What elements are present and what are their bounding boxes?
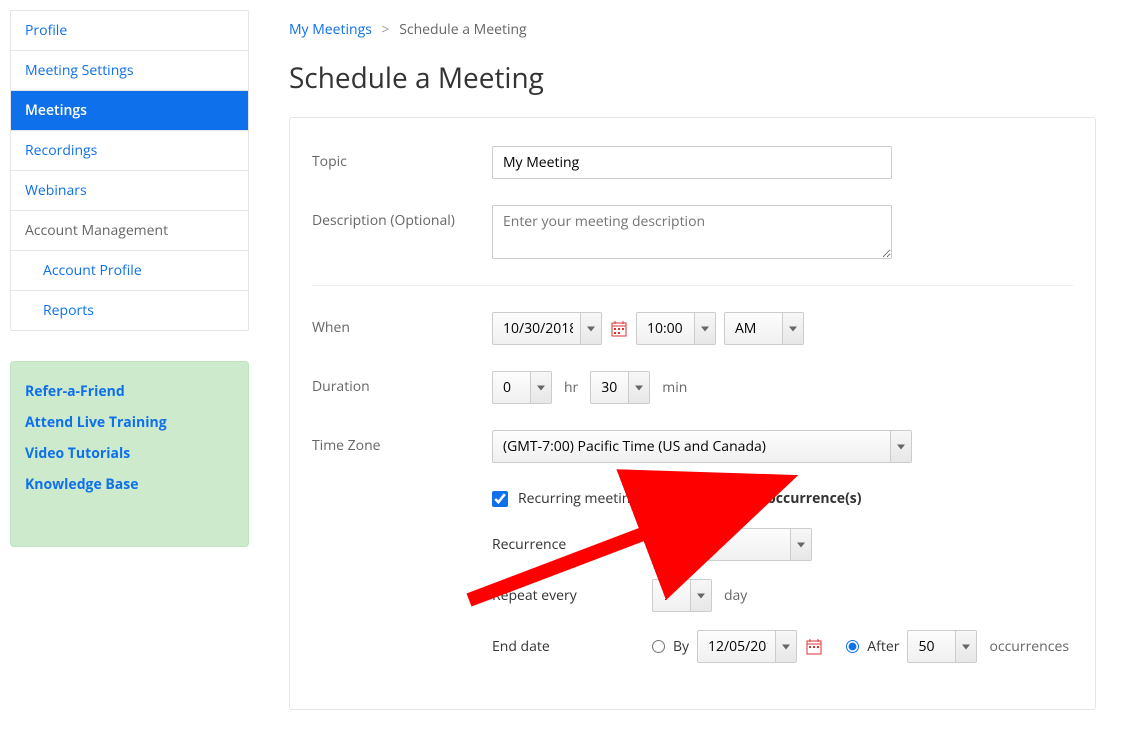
- topic-input[interactable]: [492, 146, 892, 179]
- repeat-unit: day: [724, 586, 747, 605]
- form-panel: Topic Description (Optional) When: [289, 117, 1096, 710]
- help-link-tutorials[interactable]: Video Tutorials: [25, 444, 234, 463]
- description-label: Description (Optional): [312, 205, 492, 230]
- calendar-icon[interactable]: [805, 638, 823, 656]
- duration-min-select[interactable]: 30: [590, 371, 650, 404]
- calendar-icon[interactable]: [610, 320, 628, 338]
- recurring-checkbox[interactable]: [492, 491, 508, 507]
- recurrence-select[interactable]: Daily: [652, 528, 812, 561]
- repeat-label: Repeat every: [492, 586, 652, 605]
- end-by-label: By: [673, 637, 689, 656]
- sidebar-nav: Profile Meeting Settings Meetings Record…: [10, 10, 249, 331]
- help-link-refer[interactable]: Refer-a-Friend: [25, 382, 234, 401]
- help-box: Refer-a-Friend Attend Live Training Vide…: [10, 361, 249, 547]
- duration-min-unit: min: [662, 378, 687, 397]
- help-link-training[interactable]: Attend Live Training: [25, 413, 234, 432]
- when-label: When: [312, 312, 492, 337]
- description-textarea[interactable]: [492, 205, 892, 259]
- sidebar-item-recordings[interactable]: Recordings: [11, 131, 248, 171]
- duration-hr-unit: hr: [564, 378, 578, 397]
- when-time-select[interactable]: 10:00: [636, 312, 716, 345]
- sidebar-item-meeting-settings[interactable]: Meeting Settings: [11, 51, 248, 91]
- recurring-summary: Every 7 days, 50 occurrence(s): [654, 489, 862, 508]
- breadcrumb-current: Schedule a Meeting: [399, 20, 526, 39]
- breadcrumb-sep: >: [382, 20, 390, 39]
- end-after-label: After: [867, 637, 899, 656]
- sidebar-item-account-profile[interactable]: Account Profile: [11, 251, 248, 291]
- duration-label: Duration: [312, 371, 492, 396]
- duration-hr-select[interactable]: 0: [492, 371, 552, 404]
- when-ampm-select[interactable]: AM: [724, 312, 804, 345]
- divider: [312, 285, 1073, 286]
- when-date-input[interactable]: [492, 312, 602, 345]
- sidebar-item-reports[interactable]: Reports: [11, 291, 248, 330]
- timezone-label: Time Zone: [312, 430, 492, 455]
- sidebar-section-account-management: Account Management: [11, 211, 248, 251]
- breadcrumb: My Meetings > Schedule a Meeting: [289, 20, 1096, 39]
- recurrence-label: Recurrence: [492, 535, 652, 554]
- end-after-radio[interactable]: [846, 640, 859, 653]
- breadcrumb-root[interactable]: My Meetings: [289, 20, 372, 39]
- sidebar: Profile Meeting Settings Meetings Record…: [0, 0, 259, 730]
- topic-label: Topic: [312, 146, 492, 171]
- end-after-select[interactable]: 50: [907, 630, 977, 663]
- end-date-label: End date: [492, 637, 652, 656]
- end-by-radio[interactable]: [652, 640, 665, 653]
- sidebar-item-meetings[interactable]: Meetings: [11, 91, 248, 131]
- repeat-every-select[interactable]: 7: [652, 579, 712, 612]
- sidebar-item-webinars[interactable]: Webinars: [11, 171, 248, 211]
- sidebar-item-profile[interactable]: Profile: [11, 11, 248, 51]
- recurring-label: Recurring meeting: [518, 489, 638, 508]
- help-link-kb[interactable]: Knowledge Base: [25, 475, 234, 494]
- end-after-unit: occurrences: [989, 637, 1069, 656]
- main-content: My Meetings > Schedule a Meeting Schedul…: [259, 0, 1126, 730]
- page-title: Schedule a Meeting: [289, 59, 1096, 97]
- timezone-select[interactable]: (GMT-7:00) Pacific Time (US and Canada): [492, 430, 912, 463]
- end-by-date-input[interactable]: [697, 630, 797, 663]
